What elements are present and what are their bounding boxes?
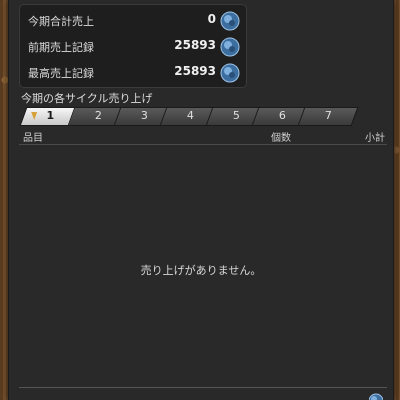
cycle-sales-title: 今期の各サイクル売り上げ	[21, 92, 153, 105]
empty-sales-message: 売り上げがありません。	[140, 264, 262, 277]
summary-row-previous-record: 前期売上記録 25893	[20, 35, 246, 59]
footer-divider	[19, 387, 387, 388]
gil-coin-icon	[369, 393, 383, 400]
sales-panel: 今期合計売上 0 前期売上記録 25893 最高売上記録 25893 今期の各サ…	[8, 0, 394, 400]
summary-row-current-total: 今期合計売上 0	[20, 9, 246, 33]
summary-label: 最高売上記録	[28, 67, 94, 80]
summary-label: 今期合計売上	[28, 15, 94, 28]
column-count: 個数	[271, 133, 291, 144]
sales-summary: 今期合計売上 0 前期売上記録 25893 最高売上記録 25893	[19, 4, 247, 88]
column-subtotal: 小計	[365, 133, 385, 144]
gil-coin-icon	[220, 11, 240, 31]
summary-value: 25893	[174, 64, 216, 78]
gil-coin-icon	[220, 63, 240, 83]
summary-label: 前期売上記録	[28, 41, 94, 54]
sales-table-header: 品目 個数 小計	[19, 128, 387, 145]
tab-label: 7	[324, 109, 332, 122]
tab-cycle-7[interactable]: 7	[297, 107, 359, 126]
summary-value: 0	[207, 12, 216, 26]
gil-coin-icon	[220, 37, 240, 57]
cycle-tabs: 1 2 3 4 5 6 7	[19, 107, 369, 126]
summary-value: 25893	[174, 38, 216, 52]
column-item: 品目	[23, 133, 43, 144]
summary-row-highest-record: 最高売上記録 25893	[20, 61, 246, 85]
